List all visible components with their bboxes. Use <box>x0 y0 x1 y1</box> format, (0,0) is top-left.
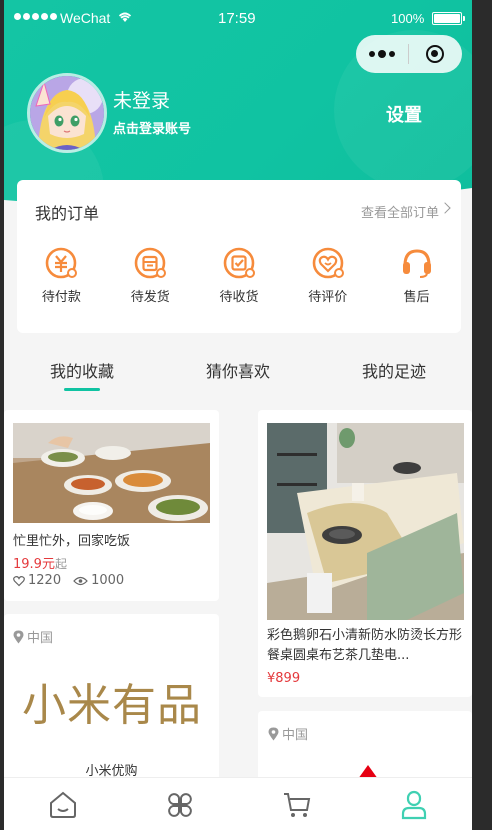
location-pin-icon <box>268 727 279 740</box>
battery-percent: 100% <box>391 11 425 26</box>
price-value: 19.9元 <box>13 557 55 572</box>
location-text: 中国 <box>282 728 309 743</box>
after-sale-headset-icon <box>402 249 431 278</box>
feed-card-meal[interactable]: 忙里忙外，回家吃饭 19.9元起 1220 1000 <box>4 410 219 601</box>
to-review-icon <box>312 247 344 279</box>
eye-icon <box>73 576 88 585</box>
tab-recommended[interactable]: 猜你喜欢 <box>160 358 316 398</box>
brand-logo: 小米有品 <box>22 680 202 731</box>
product-title: 忙里忙外，回家吃饭 <box>13 534 131 549</box>
avatar[interactable] <box>27 73 107 153</box>
payment-pending-icon <box>46 247 78 279</box>
login-hint[interactable]: 点击登录账号 <box>113 118 191 137</box>
signal-icon <box>14 13 57 20</box>
tablecloth-photo <box>267 423 464 620</box>
clock: 17:59 <box>218 10 256 27</box>
close-mini-program-icon[interactable] <box>409 45 461 63</box>
order-status-to-ship[interactable]: 待发货 <box>106 246 195 305</box>
store-location: 中国 <box>268 724 308 743</box>
orders-title: 我的订单 <box>35 204 100 223</box>
order-status-pending-payment[interactable]: 待付款 <box>17 246 106 305</box>
nav-profile[interactable] <box>355 778 472 830</box>
nav-home[interactable] <box>4 778 121 830</box>
phone-screen: WeChat 17:59 100% 未登录 点击登录账号 设置 我的订单 查看全… <box>4 0 472 830</box>
home-icon <box>49 791 76 818</box>
order-status-label: 待收货 <box>219 290 259 305</box>
more-icon[interactable] <box>356 49 408 58</box>
product-price: ¥899 <box>267 671 301 686</box>
mini-program-capsule <box>356 35 462 73</box>
product-title: 彩色鹅卵石小清新防水防烫长方形餐桌圆桌布艺茶几垫电... <box>267 628 463 663</box>
price-suffix: 起 <box>54 557 67 571</box>
location-text: 中国 <box>27 631 54 646</box>
product-price: 19.9元起 <box>13 553 67 572</box>
order-status-label: 待付款 <box>41 290 81 305</box>
product-stats: 1220 1000 <box>13 573 124 588</box>
heart-icon[interactable] <box>13 575 25 587</box>
meal-photo <box>13 423 210 523</box>
order-status-to-receive[interactable]: 待收货 <box>195 246 284 305</box>
chevron-right-icon[interactable] <box>439 202 451 214</box>
to-receive-icon <box>223 247 255 279</box>
carrier-label: WeChat <box>60 10 111 26</box>
orders-card: 我的订单 查看全部订单 待付款 待发货 待收货 待评价 售后 <box>17 180 461 333</box>
status-bar: WeChat 17:59 100% <box>4 0 472 36</box>
battery-icon <box>432 12 465 25</box>
store-location: 中国 <box>13 627 53 646</box>
order-status-label: 待发货 <box>130 290 170 305</box>
username[interactable]: 未登录 <box>113 86 170 113</box>
category-icon <box>167 792 192 817</box>
feed-card-store[interactable]: 中国 小米有品 小米优购 <box>4 614 219 784</box>
order-status-label: 待评价 <box>308 290 348 305</box>
order-status-to-review[interactable]: 待评价 <box>283 246 372 305</box>
collection-tabs: 我的收藏 猜你喜欢 我的足迹 <box>4 358 472 398</box>
order-status-label: 售后 <box>403 290 430 305</box>
nav-category[interactable] <box>121 778 238 830</box>
nav-cart[interactable] <box>238 778 355 830</box>
like-count: 1220 <box>28 573 62 588</box>
tab-history[interactable]: 我的足迹 <box>316 358 472 398</box>
cart-icon <box>283 792 310 817</box>
profile-icon <box>401 790 426 819</box>
view-count: 1000 <box>91 573 125 588</box>
view-all-orders-link[interactable]: 查看全部订单 <box>361 202 439 221</box>
order-status-after-sale[interactable]: 售后 <box>372 246 461 305</box>
feed-card-tablecloth[interactable]: 彩色鹅卵石小清新防水防烫长方形餐桌圆桌布艺茶几垫电... ¥899 <box>258 410 472 697</box>
bottom-tab-bar <box>4 777 472 830</box>
tab-favorites[interactable]: 我的收藏 <box>4 358 160 398</box>
settings-button[interactable]: 设置 <box>386 101 422 127</box>
to-ship-icon <box>134 247 167 279</box>
wifi-icon <box>118 12 132 22</box>
location-pin-icon <box>13 630 24 643</box>
